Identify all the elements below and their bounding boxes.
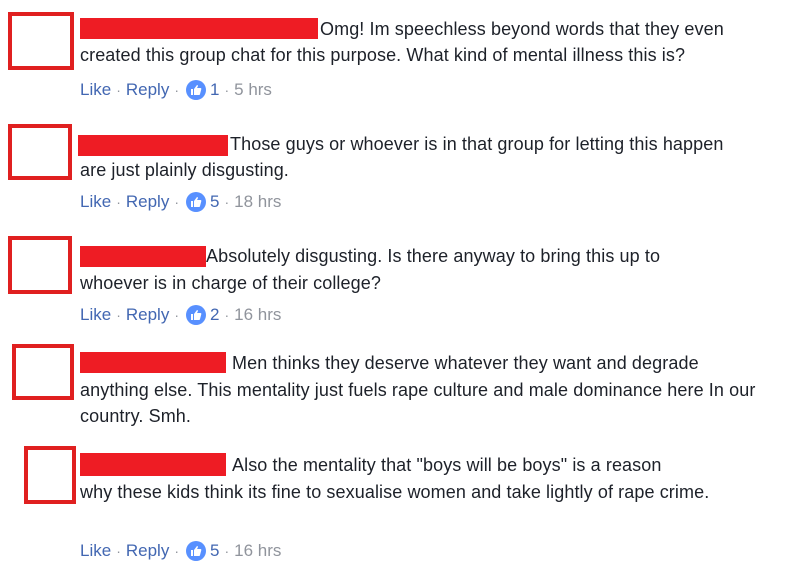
comment-actions: Like · Reply · 1 · 5 hrs bbox=[80, 80, 272, 100]
separator-dot: · bbox=[116, 82, 121, 98]
separator-dot: · bbox=[224, 194, 230, 210]
redacted-name bbox=[80, 453, 226, 476]
comment-actions: Like · Reply · 2 · 16 hrs bbox=[80, 305, 281, 325]
separator-dot: · bbox=[224, 543, 230, 559]
reply-link[interactable]: Reply bbox=[126, 80, 169, 100]
reply-link[interactable]: Reply bbox=[126, 192, 169, 212]
comment-text: why these kids think its fine to sexuali… bbox=[80, 482, 710, 502]
reply-link[interactable]: Reply bbox=[126, 541, 169, 561]
separator-dot: · bbox=[224, 307, 230, 323]
thumbs-up-icon[interactable] bbox=[186, 541, 206, 561]
like-link[interactable]: Like bbox=[80, 192, 111, 212]
separator-dot: · bbox=[174, 543, 179, 559]
separator-dot: · bbox=[116, 543, 121, 559]
reply-link[interactable]: Reply bbox=[126, 305, 169, 325]
like-link[interactable]: Like bbox=[80, 305, 111, 325]
avatar[interactable] bbox=[24, 446, 76, 504]
avatar[interactable] bbox=[8, 124, 72, 180]
avatar[interactable] bbox=[8, 236, 72, 294]
avatar[interactable] bbox=[8, 12, 74, 70]
comment-text: anything else. This mentality just fuels… bbox=[80, 380, 756, 426]
comment-actions: Like · Reply · 5 · 16 hrs bbox=[80, 541, 281, 561]
separator-dot: · bbox=[174, 82, 179, 98]
timestamp[interactable]: 18 hrs bbox=[234, 192, 281, 212]
redacted-name bbox=[78, 135, 228, 156]
comment-text-line1: Also the mentality that "boys will be bo… bbox=[232, 455, 662, 475]
reaction-count[interactable]: 5 bbox=[210, 192, 219, 212]
comment-text: are just plainly disgusting. bbox=[80, 160, 289, 180]
comment-text: created this group chat for this purpose… bbox=[80, 45, 686, 65]
separator-dot: · bbox=[174, 307, 179, 323]
reaction-count[interactable]: 1 bbox=[210, 80, 219, 100]
timestamp[interactable]: 16 hrs bbox=[234, 305, 281, 325]
like-link[interactable]: Like bbox=[80, 541, 111, 561]
separator-dot: · bbox=[224, 82, 230, 98]
comment-text-line1: Those guys or whoever is in that group f… bbox=[230, 134, 724, 154]
thumbs-up-icon[interactable] bbox=[186, 305, 206, 325]
redacted-name bbox=[80, 246, 206, 267]
like-link[interactable]: Like bbox=[80, 80, 111, 100]
thumbs-up-icon[interactable] bbox=[186, 192, 206, 212]
separator-dot: · bbox=[116, 194, 121, 210]
separator-dot: · bbox=[116, 307, 121, 323]
timestamp[interactable]: 16 hrs bbox=[234, 541, 281, 561]
comment-text-line1: Absolutely disgusting. Is there anyway t… bbox=[206, 246, 661, 266]
comment-text-line1: Men thinks they deserve whatever they wa… bbox=[232, 353, 699, 373]
comment-text: whoever is in charge of their college? bbox=[80, 273, 381, 293]
comment-actions: Like · Reply · 5 · 18 hrs bbox=[80, 192, 281, 212]
reaction-count[interactable]: 5 bbox=[210, 541, 219, 561]
reaction-count[interactable]: 2 bbox=[210, 305, 219, 325]
thumbs-up-icon[interactable] bbox=[186, 80, 206, 100]
avatar[interactable] bbox=[12, 344, 74, 400]
comment-text-line1: Omg! Im speechless beyond words that the… bbox=[320, 19, 724, 39]
redacted-name bbox=[80, 18, 318, 39]
timestamp[interactable]: 5 hrs bbox=[234, 80, 272, 100]
redacted-name bbox=[80, 352, 226, 373]
separator-dot: · bbox=[174, 194, 179, 210]
